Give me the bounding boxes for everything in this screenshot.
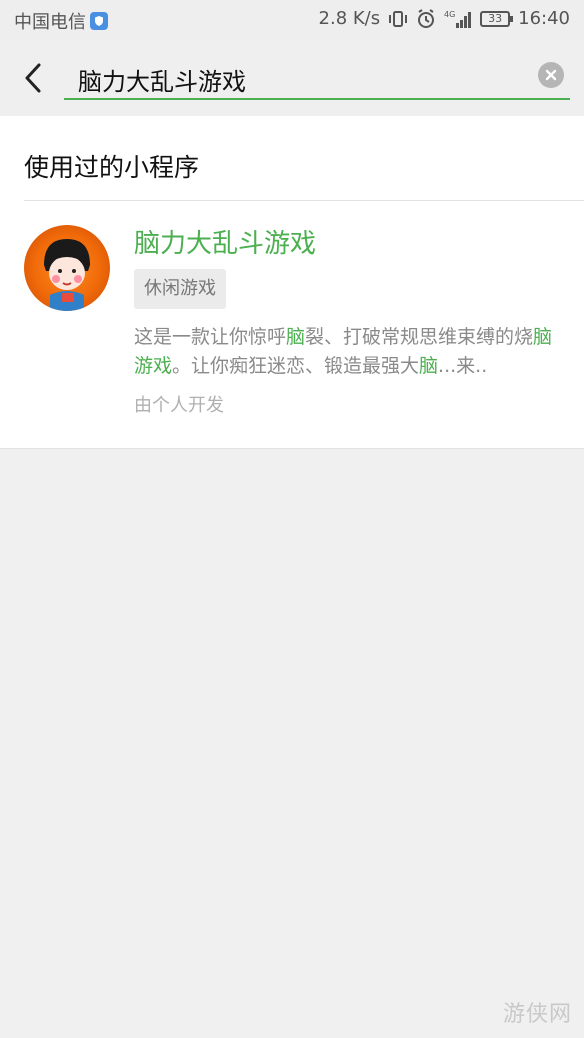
desc-highlight: 脑 bbox=[419, 355, 439, 377]
battery-icon: 33 bbox=[480, 10, 514, 27]
back-arrow-icon bbox=[25, 63, 41, 93]
mini-program-item[interactable]: 脑力大乱斗游戏 休闲游戏 这是一款让你惊呼脑裂、打破常规思维束缚的烧脑游戏。让你… bbox=[0, 201, 584, 447]
carrier-group: 中国电信 bbox=[14, 8, 108, 34]
search-input[interactable]: 脑力大乱斗游戏 bbox=[64, 56, 570, 100]
network-speed: 2.8 K/s bbox=[318, 8, 381, 29]
clock: 16:40 bbox=[518, 8, 570, 29]
svg-text:4G: 4G bbox=[444, 10, 455, 19]
cartoon-face-icon bbox=[44, 239, 90, 311]
vibrate-icon bbox=[388, 9, 408, 29]
developer-label: 由个人开发 bbox=[134, 395, 224, 416]
status-bar: 中国电信 2.8 K/s 4G 33 16:40 bbox=[0, 0, 584, 40]
section-title: 使用过的小程序 bbox=[24, 153, 200, 182]
search-query[interactable]: 脑力大乱斗游戏 bbox=[78, 62, 246, 97]
back-button[interactable] bbox=[16, 60, 50, 96]
watermark: 游侠网 bbox=[502, 1002, 572, 1027]
mini-program-description: 这是一款让你惊呼脑裂、打破常规思维束缚的烧脑游戏。让你痴狂迷恋、锻造最强大脑..… bbox=[134, 323, 564, 381]
mini-program-title: 脑力大乱斗游戏 bbox=[134, 229, 317, 259]
clear-search-button[interactable] bbox=[538, 62, 564, 88]
desc-text: 这是一款让你惊呼 bbox=[134, 326, 287, 348]
category-tag: 休闲游戏 bbox=[134, 269, 226, 309]
alarm-icon bbox=[416, 8, 436, 29]
desc-highlight: 脑 bbox=[286, 326, 306, 348]
results-panel: 使用过的小程序 脑力大乱斗游戏 休闲游戏 这是一款让你惊呼脑裂、打破常规思维束缚… bbox=[0, 116, 584, 449]
desc-text: 。让你痴狂迷恋、锻造最强大 bbox=[172, 355, 420, 377]
search-header: 脑力大乱斗游戏 bbox=[0, 40, 584, 116]
close-icon bbox=[545, 69, 557, 81]
status-icons: 2.8 K/s 4G 33 16:40 bbox=[319, 8, 570, 29]
shield-icon bbox=[90, 12, 108, 30]
desc-text: 裂、打破常规思维束缚的烧 bbox=[305, 326, 534, 348]
mini-program-avatar bbox=[24, 225, 110, 311]
carrier-name: 中国电信 bbox=[14, 12, 86, 33]
desc-text: ...来.. bbox=[438, 355, 488, 377]
signal-icon: 4G bbox=[444, 9, 472, 29]
